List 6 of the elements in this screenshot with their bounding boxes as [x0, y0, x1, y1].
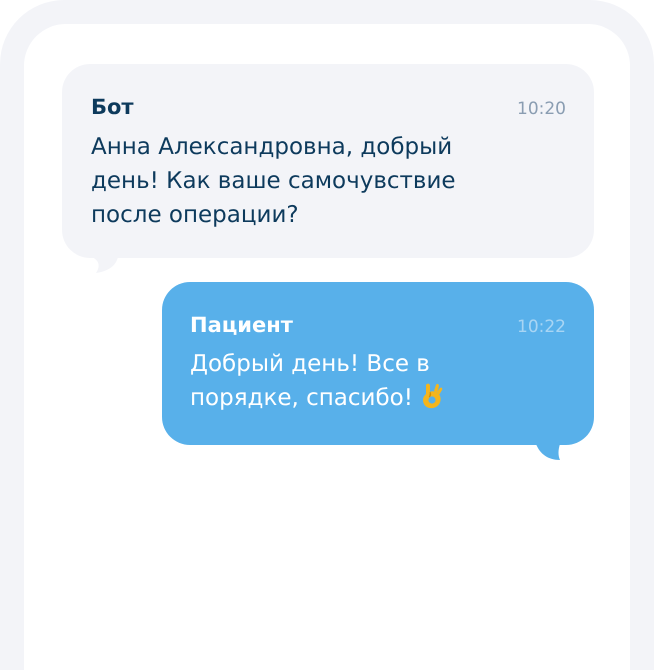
message-time: 10:22	[517, 316, 566, 338]
sender-name: Пациент	[190, 312, 293, 338]
message-time: 10:20	[517, 98, 566, 121]
message-text: Добрый день! Все в порядке, спасибо!	[190, 351, 430, 411]
sender-name: Бот	[91, 94, 134, 121]
message-text: Анна Александровна, добрый день! Как ваше самочувствие после операции?	[91, 134, 456, 228]
